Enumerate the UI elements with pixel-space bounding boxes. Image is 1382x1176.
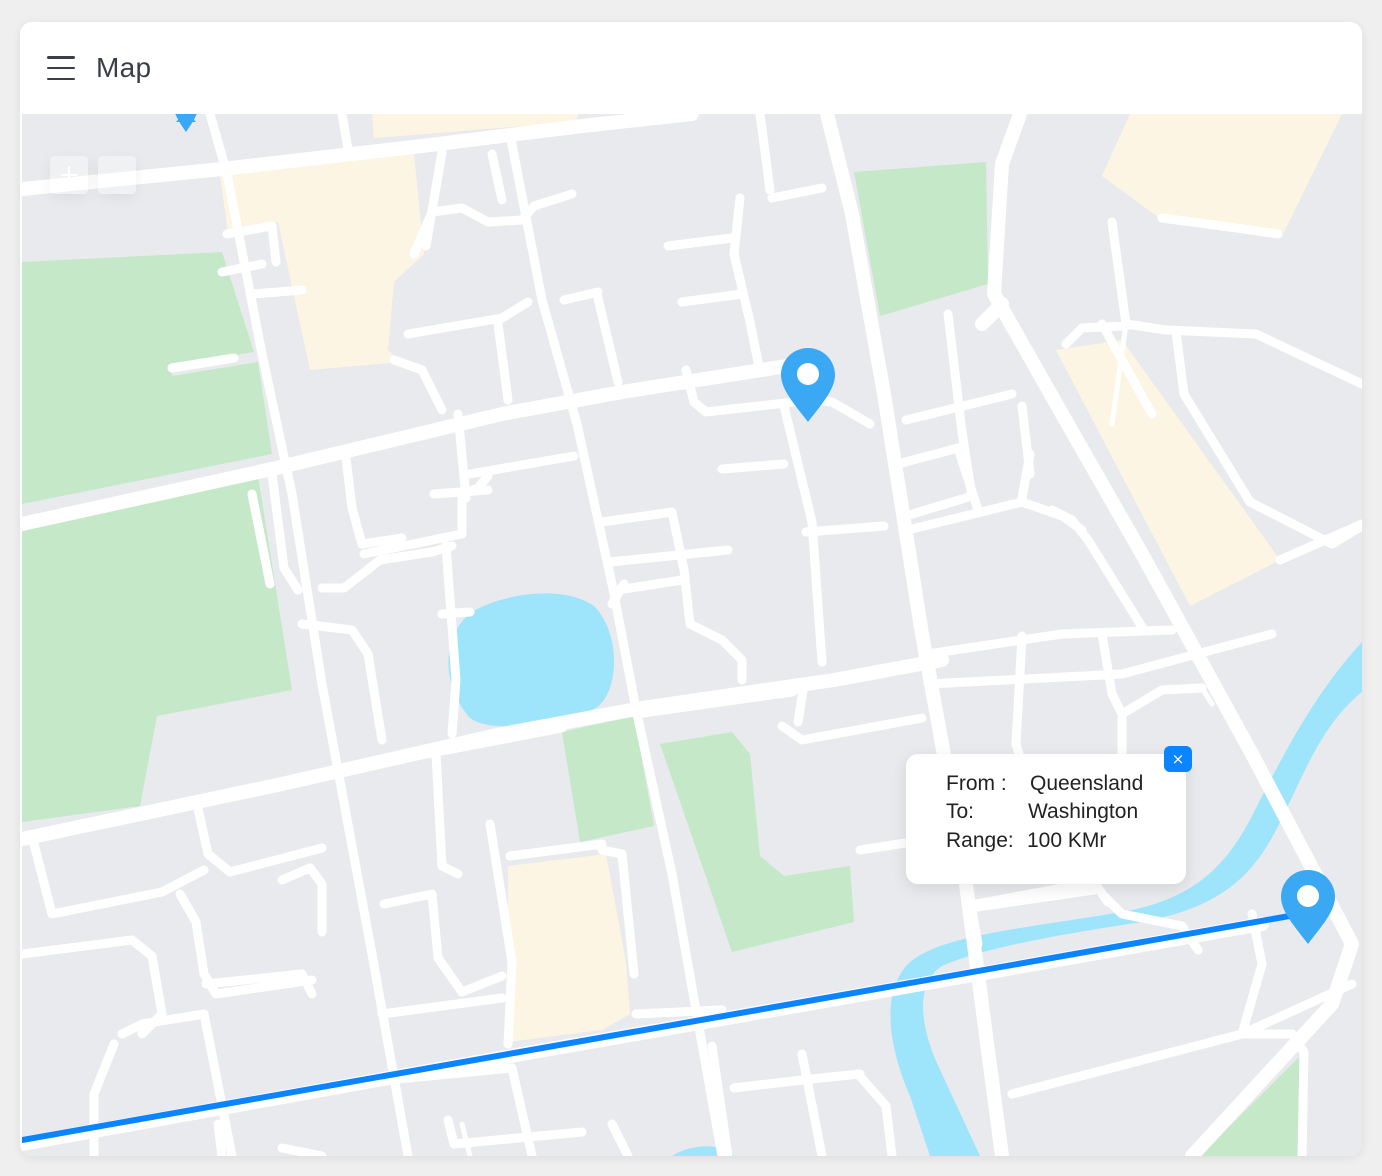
close-icon[interactable]: × (1164, 746, 1192, 772)
from-label: From : (946, 772, 1007, 795)
from-value: Queensland (1030, 772, 1144, 795)
popup-from-row: From : Queensland (946, 772, 1143, 796)
range-label: Range: (946, 829, 1014, 852)
map-card: Map + − × From: Queensland To: Washingt… (20, 22, 1362, 1156)
zoom-controls: + − (50, 156, 136, 194)
zoom-in-button[interactable]: + (50, 156, 88, 194)
to-value: Washington (1028, 800, 1139, 823)
card-header: Map (20, 22, 1362, 114)
popup-to-row: To: Washington (946, 800, 1138, 824)
map-layer[interactable] (22, 114, 1362, 1156)
zoom-out-button[interactable]: − (98, 156, 136, 194)
popup-range-row: Range: 100 KMr (946, 829, 1106, 853)
range-value: 100 KMr (1027, 829, 1107, 852)
menu-icon[interactable] (47, 56, 75, 80)
to-label: To: (946, 800, 975, 823)
route-info-popup: × From : Queensland To: Washington Range… (906, 746, 1192, 884)
map-canvas[interactable]: + − × From : Queensland To: Washington R… (22, 114, 1362, 1156)
page-title: Map (96, 52, 152, 83)
